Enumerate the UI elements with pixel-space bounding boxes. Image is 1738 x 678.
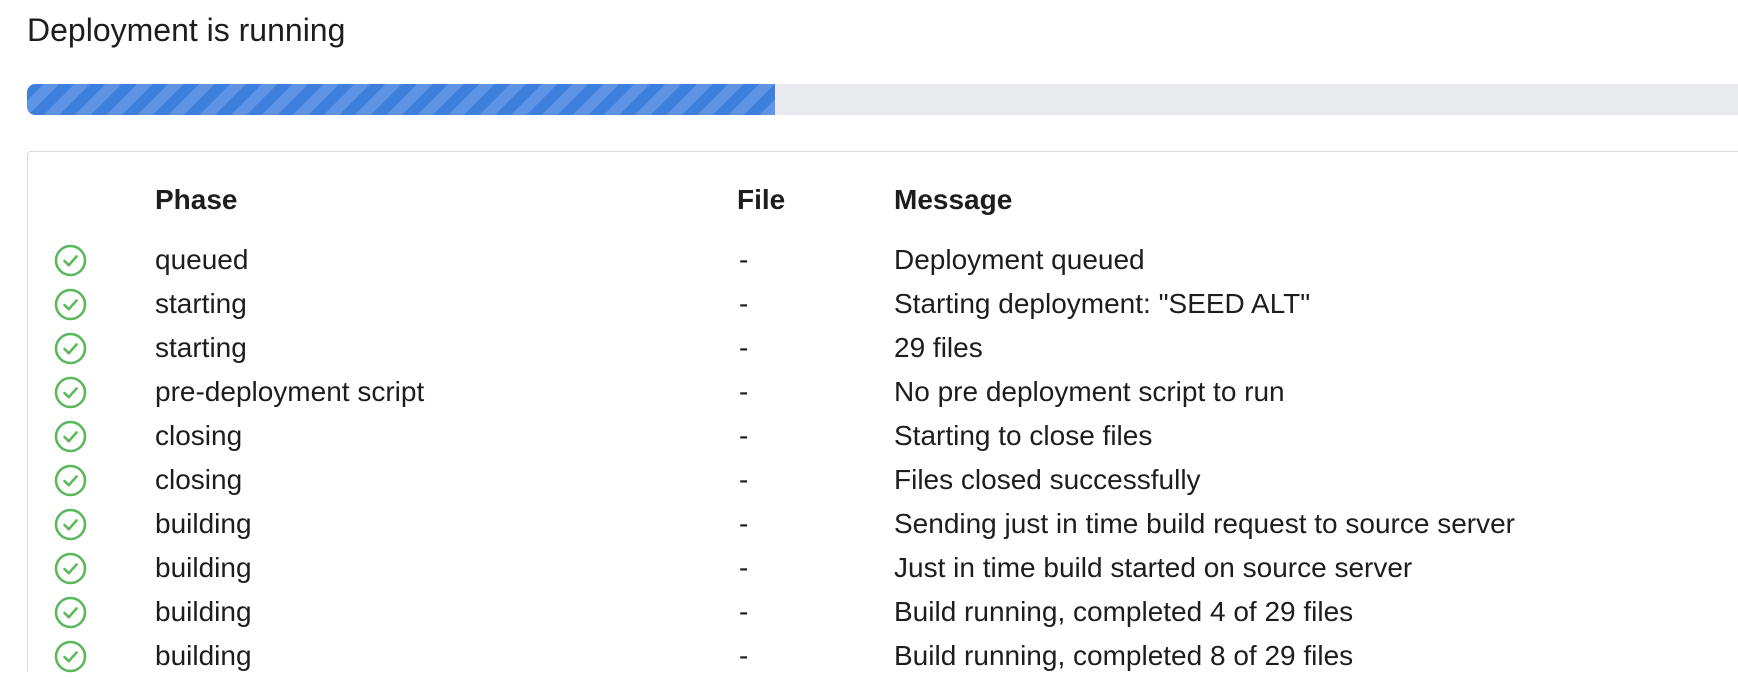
table-row: building - Sending just in time build requ… — [28, 502, 1738, 546]
phase-cell: building — [155, 552, 252, 583]
table-body: queued - Deployment queued starting - Startin… — [28, 238, 1738, 678]
column-header-file: File — [737, 184, 786, 215]
phase-cell: starting — [155, 332, 247, 363]
file-cell: - — [739, 508, 749, 539]
file-cell: - — [739, 420, 749, 451]
message-cell: Build running, completed 8 of 29 files — [894, 640, 1354, 671]
phase-cell: pre-deployment script — [155, 376, 425, 407]
table-row: building - Just in time build started on s… — [28, 546, 1738, 590]
table-row: closing - Files closed successfully — [28, 458, 1738, 502]
message-cell: Just in time build started on source ser… — [894, 552, 1413, 583]
table-row: building - Build running, completed 8 of 2… — [28, 634, 1738, 678]
message-cell: Sending just in time build request to so… — [894, 508, 1515, 539]
check-circle-icon — [54, 552, 87, 585]
check-circle-icon — [54, 244, 87, 277]
check-circle-icon — [54, 508, 87, 541]
phase-cell: building — [155, 508, 252, 539]
progress-fill — [27, 84, 776, 115]
table-header: Phase File Message — [28, 180, 1738, 220]
table-row: pre-deployment script - No pre deployment … — [28, 370, 1738, 414]
phase-cell: closing — [155, 420, 243, 451]
phase-cell: closing — [155, 464, 243, 495]
page-title: Deployment is running — [27, 12, 346, 48]
message-cell: 29 files — [894, 332, 983, 363]
table-row: closing - Starting to close files — [28, 414, 1738, 458]
file-cell: - — [739, 640, 749, 671]
column-header-phase: Phase — [155, 184, 238, 215]
check-circle-icon — [54, 464, 87, 497]
check-circle-icon — [54, 420, 87, 453]
table-row: starting - 29 files — [28, 326, 1738, 370]
file-cell: - — [739, 376, 749, 407]
phase-cell: starting — [155, 288, 247, 319]
file-cell: - — [739, 244, 749, 275]
table-row: queued - Deployment queued — [28, 238, 1738, 282]
message-cell: Files closed successfully — [894, 464, 1201, 495]
deployment-progress-bar — [27, 84, 1738, 115]
check-circle-icon — [54, 376, 87, 409]
table-row: starting - Starting deployment: "SEED ALT" — [28, 282, 1738, 326]
table-row: building - Build running, completed 4 of 2… — [28, 590, 1738, 634]
message-cell: Build running, completed 4 of 29 files — [894, 596, 1354, 627]
phase-cell: building — [155, 596, 252, 627]
phase-cell: queued — [155, 244, 249, 275]
column-header-message: Message — [894, 184, 1013, 215]
deployment-log-panel: Phase File Message queued - Deployment que… — [27, 151, 1738, 673]
message-cell: No pre deployment script to run — [894, 376, 1285, 407]
message-cell: Starting deployment: "SEED ALT" — [894, 288, 1311, 319]
file-cell: - — [739, 288, 749, 319]
message-cell: Deployment queued — [894, 244, 1145, 275]
message-cell: Starting to close files — [894, 420, 1153, 451]
check-circle-icon — [54, 332, 87, 365]
phase-cell: building — [155, 640, 252, 671]
file-cell: - — [739, 552, 749, 583]
file-cell: - — [739, 332, 749, 363]
file-cell: - — [739, 464, 749, 495]
check-circle-icon — [54, 596, 87, 629]
file-cell: - — [739, 596, 749, 627]
check-circle-icon — [54, 640, 87, 673]
check-circle-icon — [54, 288, 87, 321]
